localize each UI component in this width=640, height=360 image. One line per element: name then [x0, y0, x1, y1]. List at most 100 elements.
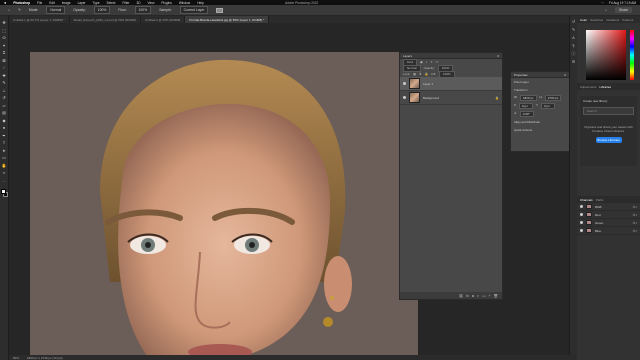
align-section-label[interactable]: Align and Distribute: [511, 118, 569, 126]
crop-tool-icon[interactable]: ⌗: [2, 50, 7, 55]
path-select-tool-icon[interactable]: ➤: [2, 148, 7, 153]
menu-view[interactable]: View: [148, 1, 155, 5]
new-layer-icon[interactable]: +: [489, 294, 491, 298]
paragraph-icon[interactable]: ¶: [572, 44, 576, 48]
lock-position-icon[interactable]: ✥: [419, 72, 422, 76]
hue-slider[interactable]: [630, 30, 634, 80]
create-library-label[interactable]: Create new library: [583, 99, 634, 103]
layer-name[interactable]: Background: [423, 96, 439, 100]
character-icon[interactable]: A: [572, 36, 576, 40]
opacity-field[interactable]: 100%: [93, 6, 111, 14]
properties-panel-title[interactable]: Properties: [514, 73, 528, 77]
move-tool-icon[interactable]: ✥: [2, 20, 7, 25]
filter-type-icon[interactable]: T: [431, 60, 433, 64]
frame-tool-icon[interactable]: ⊠: [2, 58, 7, 63]
visibility-eye-icon[interactable]: [403, 96, 406, 99]
history-icon[interactable]: ↺: [572, 20, 576, 24]
marquee-tool-icon[interactable]: ⬚: [2, 28, 7, 33]
filter-pixel-icon[interactable]: ▣: [420, 60, 423, 64]
transform-section-label[interactable]: Transform: [511, 86, 569, 94]
channel-row[interactable]: Red ⌘3: [577, 211, 640, 219]
blend-mode-dropdown[interactable]: Normal: [403, 64, 421, 72]
clock[interactable]: Fri Aug 19 7:19 AM: [609, 1, 636, 5]
menu-type[interactable]: Type: [93, 1, 100, 5]
visibility-eye-icon[interactable]: [580, 213, 583, 216]
width-field[interactable]: 1820 px: [519, 95, 537, 101]
menu-layer[interactable]: Layer: [78, 1, 86, 5]
menu-select[interactable]: Select: [106, 1, 115, 5]
add-mask-icon[interactable]: ◘: [472, 294, 474, 298]
zoom-tool-icon[interactable]: ⌕: [2, 170, 7, 175]
menu-3d[interactable]: 3D: [136, 1, 140, 5]
visibility-eye-icon[interactable]: [580, 229, 583, 232]
healing-tool-icon[interactable]: ✚: [2, 73, 7, 78]
tab-color[interactable]: Color: [580, 18, 587, 22]
channel-row[interactable]: Blue ⌘5: [577, 227, 640, 235]
menu-image[interactable]: Image: [62, 1, 71, 5]
foreground-color-swatch[interactable]: [0, 189, 6, 194]
tab-swatches[interactable]: Swatches: [590, 18, 603, 22]
library-search-input[interactable]: Search: [583, 107, 634, 115]
menu-file[interactable]: File: [37, 1, 42, 5]
doc-tab[interactable]: Model_Retouch_2022_v4.psd @ 50% (RGB/8): [70, 16, 141, 23]
app-menu[interactable]: Photoshop: [13, 1, 30, 5]
channel-row[interactable]: Green ⌘4: [577, 219, 640, 227]
tab-patterns[interactable]: Patterns: [622, 18, 633, 22]
menu-plugins[interactable]: Plugins: [161, 1, 171, 5]
fill-field[interactable]: 100%: [438, 70, 455, 78]
dodge-tool-icon[interactable]: ●: [2, 125, 7, 130]
hand-tool-icon[interactable]: ✋: [2, 163, 7, 168]
history-brush-tool-icon[interactable]: ↺: [2, 95, 7, 100]
panel-menu-icon[interactable]: ≡: [564, 73, 566, 77]
blur-tool-icon[interactable]: ◆: [2, 118, 7, 123]
zoom-level[interactable]: 50%: [13, 356, 19, 360]
document-canvas[interactable]: [30, 52, 418, 360]
properties-icon[interactable]: ☰: [572, 60, 576, 64]
eraser-tool-icon[interactable]: ▱: [2, 103, 7, 108]
gradient-tool-icon[interactable]: ▤: [2, 110, 7, 115]
x-field[interactable]: 0 px: [519, 103, 534, 109]
flow-field[interactable]: 100%: [134, 6, 152, 14]
delete-layer-icon[interactable]: 🗑: [494, 294, 498, 298]
doc-tab[interactable]: Untitled-2 @ 25% (RGB/8): [141, 16, 186, 23]
new-group-icon[interactable]: ▭: [482, 294, 485, 298]
visibility-eye-icon[interactable]: [580, 221, 583, 224]
tab-libraries[interactable]: Libraries: [600, 85, 612, 89]
tab-adjustments[interactable]: Adjustments: [580, 85, 597, 89]
home-icon[interactable]: ⌂: [8, 8, 10, 12]
mode-dropdown[interactable]: Normal: [46, 6, 66, 14]
type-tool-icon[interactable]: T: [2, 140, 7, 145]
color-swatch[interactable]: [216, 7, 224, 13]
eyedropper-tool-icon[interactable]: ⁄: [2, 65, 7, 70]
layer-name[interactable]: Layer 1: [423, 82, 433, 86]
fx-icon[interactable]: fx: [466, 294, 469, 298]
adjustment-layer-icon[interactable]: ◐: [477, 294, 479, 298]
y-field[interactable]: 0 px: [541, 103, 556, 109]
browse-libraries-button[interactable]: Browse Libraries: [595, 137, 622, 143]
brush-preset-icon[interactable]: ✎: [18, 8, 21, 12]
menu-filter[interactable]: Filter: [122, 1, 129, 5]
channel-row[interactable]: RGB ⌘2: [577, 203, 640, 211]
menu-edit[interactable]: Edit: [49, 1, 55, 5]
brush-tool-icon[interactable]: ✎: [2, 80, 7, 85]
layer-row[interactable]: Background 🔒: [400, 91, 502, 105]
filter-shape-icon[interactable]: ▭: [436, 60, 439, 64]
rectangle-tool-icon[interactable]: ▭: [2, 155, 7, 160]
wifi-icon[interactable]: ◠: [601, 1, 604, 5]
search-icon[interactable]: ⌕: [605, 8, 607, 12]
more-tools-icon[interactable]: …: [2, 178, 7, 183]
link-layers-icon[interactable]: ⛓: [459, 294, 463, 298]
menu-help[interactable]: Help: [197, 1, 204, 5]
tab-channels[interactable]: Channels: [580, 198, 593, 202]
layers-panel-title[interactable]: Layers: [403, 54, 412, 58]
clone-stamp-tool-icon[interactable]: ⊥: [2, 88, 7, 93]
menu-window[interactable]: Window: [179, 1, 190, 5]
document-info[interactable]: 1820 px x 2730 px (72 ppi): [27, 356, 63, 360]
color-picker[interactable]: [580, 26, 636, 80]
angle-field[interactable]: 0.00°: [519, 111, 534, 117]
visibility-eye-icon[interactable]: [580, 205, 583, 208]
share-button[interactable]: Share: [614, 7, 632, 13]
lasso-tool-icon[interactable]: ʘ: [2, 35, 7, 40]
quick-actions-label[interactable]: Quick Actions: [511, 126, 569, 134]
lock-all-icon[interactable]: 🔒: [425, 72, 429, 76]
